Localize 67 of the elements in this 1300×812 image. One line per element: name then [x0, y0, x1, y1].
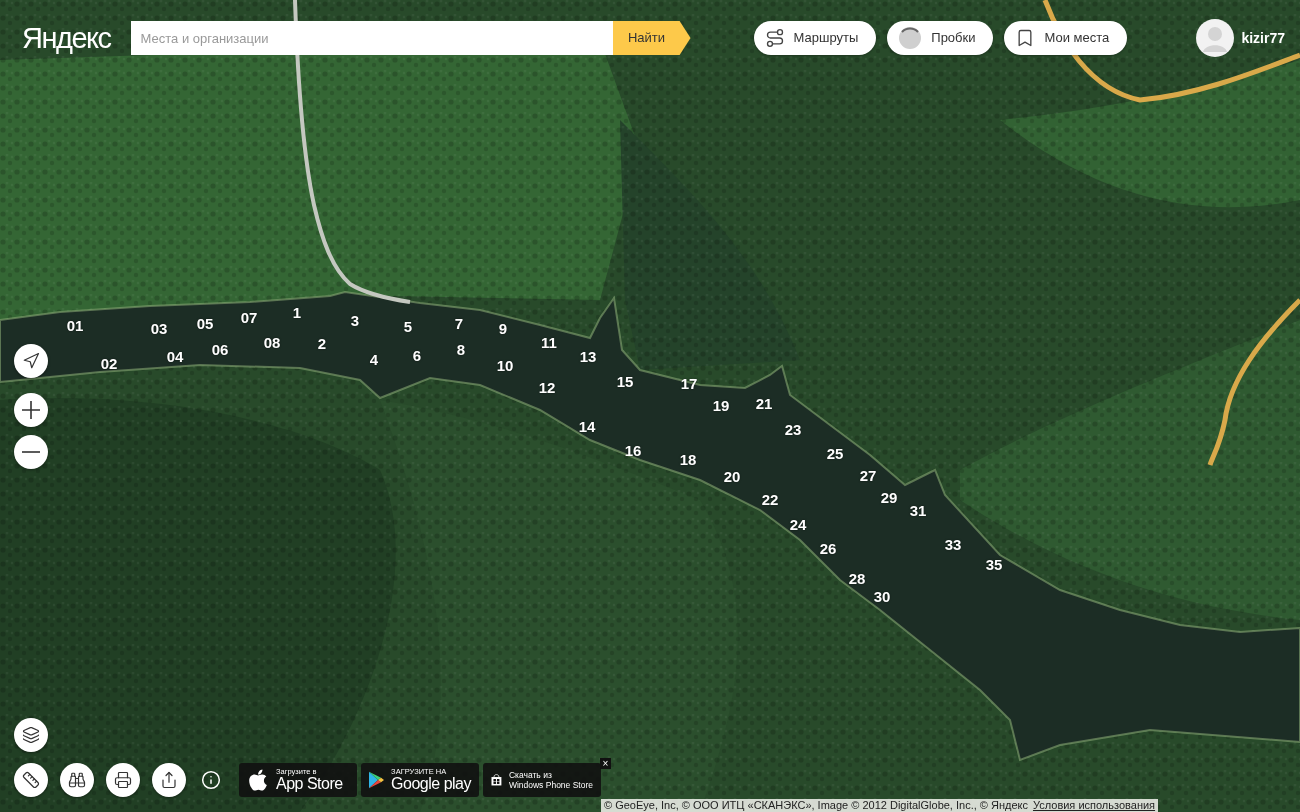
search-button[interactable]: Найти	[612, 21, 691, 55]
map-number-label: 13	[579, 348, 597, 364]
apple-icon	[247, 768, 269, 792]
windows-store-badge[interactable]: Скачать из Windows Phone Store	[483, 763, 601, 797]
map-number-label: 11	[541, 334, 557, 350]
map-number-label: 05	[196, 315, 214, 331]
traffic-indicator-icon	[898, 26, 923, 50]
map-number-label: 25	[826, 445, 844, 461]
avatar-icon[interactable]	[1196, 19, 1235, 57]
username-link[interactable]: kizir77	[1241, 27, 1285, 49]
map-number-label: 35	[985, 556, 1003, 572]
layers-icon	[22, 726, 40, 744]
map-number-label: 7	[454, 315, 464, 331]
terms-link[interactable]: Условия использования	[1032, 800, 1156, 811]
map-number-label: 6	[412, 347, 422, 363]
print-icon	[114, 771, 132, 789]
map-number-label: 01	[66, 317, 84, 333]
map-number-label: 15	[616, 373, 634, 389]
map-number-label: 04	[166, 348, 184, 364]
map-number-label: 31	[909, 502, 927, 518]
routes-button[interactable]: Маршруты	[753, 21, 877, 55]
map-number-label: 24	[789, 516, 807, 532]
map-number-label: 22	[761, 491, 779, 507]
map-number-label: 19	[712, 397, 730, 413]
map-number-label: 20	[723, 468, 741, 484]
map-number-label: 17	[680, 375, 698, 391]
map-number-label: 8	[456, 341, 466, 357]
map-number-label: 16	[624, 442, 642, 458]
map-number-label: 9	[498, 320, 508, 336]
map-number-label: 4	[369, 351, 379, 367]
map-number-label: 10	[496, 357, 514, 373]
map-number-label: 12	[538, 379, 556, 395]
minus-icon	[22, 451, 40, 453]
share-icon	[160, 771, 178, 789]
map-number-label: 18	[679, 451, 697, 467]
close-button[interactable]: ×	[600, 758, 611, 769]
navigation-arrow-icon	[22, 352, 40, 370]
logo[interactable]: Яндекс	[22, 21, 111, 55]
map-number-label: 06	[211, 341, 229, 357]
map-number-label: 26	[819, 540, 837, 556]
map-number-label: 2	[317, 335, 327, 351]
map-number-label: 3	[350, 312, 360, 328]
play-triangle-icon	[369, 769, 385, 791]
map-number-label: 14	[578, 418, 596, 434]
map-number-label: 27	[859, 467, 877, 483]
search-field[interactable]: Места и организации	[130, 21, 613, 55]
map-number-label: 03	[150, 320, 168, 336]
traffic-button[interactable]: Пробки	[887, 21, 994, 55]
map-number-label: 21	[755, 395, 773, 411]
route-icon	[764, 28, 785, 48]
map-number-label: 30	[873, 588, 891, 604]
ruler-icon	[22, 771, 40, 789]
map-number-label: 28	[848, 570, 866, 586]
bookmarks-button[interactable]: Мои места	[1004, 21, 1128, 55]
copyright-text: © GeoEye, Inc, © ООО ИТЦ «СКАНЭКС», Image © 2012 DigitalGlobe, Inc., © Яндекс	[604, 800, 1028, 811]
map-number-label: 08	[263, 334, 281, 350]
info-button[interactable]	[201, 770, 221, 790]
map-number-label: 02	[100, 355, 118, 371]
map-number-label: 29	[880, 489, 898, 505]
info-icon	[201, 770, 221, 790]
map-number-label: 33	[944, 536, 962, 552]
map-number-label: 5	[403, 318, 413, 334]
map-number-label: 1	[292, 304, 302, 320]
map-number-label: 23	[784, 421, 802, 437]
plus-icon	[22, 401, 40, 419]
map-number-label: 07	[240, 309, 258, 325]
binoculars-icon	[68, 771, 86, 789]
